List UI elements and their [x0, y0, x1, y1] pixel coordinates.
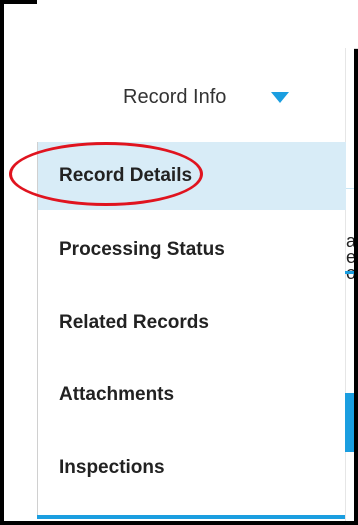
content-accent-line: [345, 271, 354, 274]
content-action-button[interactable]: [345, 393, 354, 452]
menu-item-label: Related Records: [59, 312, 209, 333]
menu-bottom-accent: [37, 515, 345, 519]
menu-item-label: Inspections: [59, 457, 165, 478]
content-line: [345, 188, 354, 189]
record-info-dropdown[interactable]: Record Info: [37, 48, 345, 142]
menu-item-processing-status[interactable]: Processing Status: [38, 216, 346, 284]
caret-down-icon: [271, 92, 289, 103]
highlight-annotation: [9, 142, 203, 206]
menu-item-related-records[interactable]: Related Records: [38, 289, 346, 357]
content-edge: ac er on: [345, 48, 354, 521]
menu-item-label: Attachments: [59, 384, 175, 405]
top-panel: [37, 0, 358, 49]
record-info-label: Record Info: [123, 86, 227, 108]
menu-item-inspections[interactable]: Inspections: [38, 434, 346, 502]
menu-item-label: Processing Status: [59, 239, 225, 260]
menu-item-attachments[interactable]: Attachments: [38, 361, 346, 429]
